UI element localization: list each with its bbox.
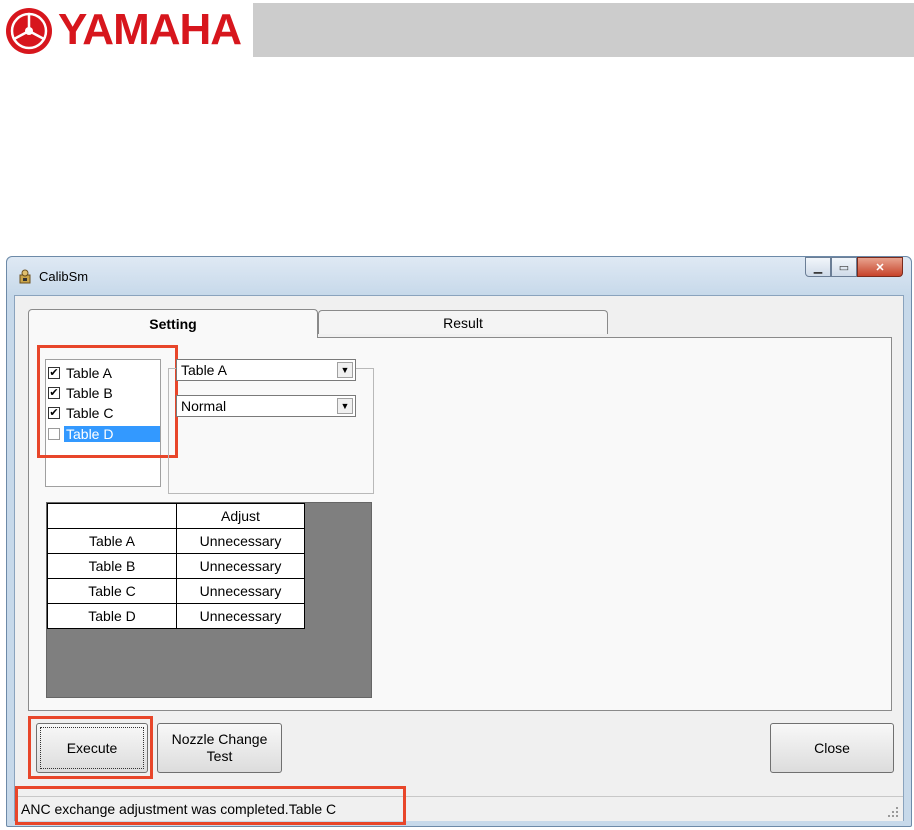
table-row[interactable]: Table D Unnecessary [47, 603, 305, 629]
adjust-grid: Adjust Table A Unnecessary Table B Unnec… [46, 502, 372, 698]
adjust-table: Adjust Table A Unnecessary Table B Unnec… [47, 503, 305, 629]
adjust-cell: Unnecessary [176, 528, 305, 554]
logo-wordmark: YAMAHA [58, 5, 242, 54]
checklist-label: Table A [66, 365, 112, 381]
checkbox-table-b[interactable]: ✔ [48, 387, 60, 399]
table-row[interactable]: Table B Unnecessary [47, 553, 305, 579]
status-message: ANC exchange adjustment was completed.Ta… [21, 801, 337, 817]
adjust-cell: Unnecessary [176, 578, 305, 604]
execute-button[interactable]: Execute [36, 723, 148, 773]
row-label: Table B [47, 553, 177, 579]
list-item[interactable]: Table D [48, 424, 160, 444]
mode-select-value: Normal [181, 398, 227, 414]
list-item[interactable]: ✔ Table A [48, 363, 160, 383]
table-header-row: Adjust [47, 503, 305, 529]
nozzle-button-line1: Nozzle Change [171, 731, 268, 747]
chevron-down-icon[interactable]: ▼ [337, 362, 353, 378]
tab-setting[interactable]: Setting [28, 309, 318, 338]
mode-select[interactable]: Normal ▼ [176, 395, 356, 417]
list-item[interactable]: ✔ Table B [48, 383, 160, 403]
checklist-label: Table C [66, 405, 114, 421]
title-bar[interactable]: CalibSm ▁ ▭ ✕ [7, 257, 911, 295]
column-header [47, 503, 177, 529]
table-row[interactable]: Table C Unnecessary [47, 578, 305, 604]
nozzle-button-line2: Test [206, 748, 233, 764]
chevron-down-icon[interactable]: ▼ [337, 398, 353, 414]
close-window-button[interactable]: ✕ [857, 257, 903, 277]
table-checklist[interactable]: ✔ Table A ✔ Table B ✔ Table C Table D [45, 359, 161, 487]
adjust-cell: Unnecessary [176, 553, 305, 579]
checklist-label: Table B [66, 385, 113, 401]
client-area: Setting Result ✔ Table A ✔ Table B ✔ Tab… [14, 295, 904, 825]
options-groupbox [168, 368, 374, 494]
setting-panel: ✔ Table A ✔ Table B ✔ Table C Table D Ta… [28, 337, 892, 711]
checklist-label: Table D [64, 426, 160, 442]
row-label: Table A [47, 528, 177, 554]
list-item[interactable]: ✔ Table C [48, 403, 160, 423]
calibsm-window: CalibSm ▁ ▭ ✕ Setting Result ✔ Table A ✔… [6, 256, 912, 827]
table-select[interactable]: Table A ▼ [176, 359, 356, 381]
maximize-button[interactable]: ▭ [831, 257, 857, 277]
minimize-icon: ▁ [813, 261, 823, 274]
checkbox-table-d[interactable] [48, 428, 60, 440]
caption-buttons: ▁ ▭ ✕ [805, 257, 903, 277]
close-button[interactable]: Close [770, 723, 894, 773]
maximize-icon: ▭ [838, 261, 850, 274]
row-label: Table C [47, 578, 177, 604]
nozzle-change-test-button[interactable]: Nozzle Change Test [157, 723, 282, 773]
window-title: CalibSm [39, 269, 89, 284]
header-bar [253, 3, 914, 57]
yamaha-logo: YAMAHA [0, 0, 250, 60]
tuning-fork-emblem-icon [6, 8, 52, 54]
app-icon [19, 269, 31, 284]
row-label: Table D [47, 603, 177, 629]
minimize-button[interactable]: ▁ [805, 257, 831, 277]
column-header-adjust: Adjust [176, 503, 305, 529]
table-select-value: Table A [181, 362, 227, 378]
adjust-cell: Unnecessary [176, 603, 305, 629]
checkbox-table-a[interactable]: ✔ [48, 367, 60, 379]
resize-grip-icon[interactable] [887, 806, 899, 818]
tab-result[interactable]: Result [318, 310, 608, 334]
checkbox-table-c[interactable]: ✔ [48, 407, 60, 419]
close-icon: ✕ [875, 261, 885, 274]
status-bar: ANC exchange adjustment was completed.Ta… [15, 796, 903, 821]
table-row[interactable]: Table A Unnecessary [47, 528, 305, 554]
